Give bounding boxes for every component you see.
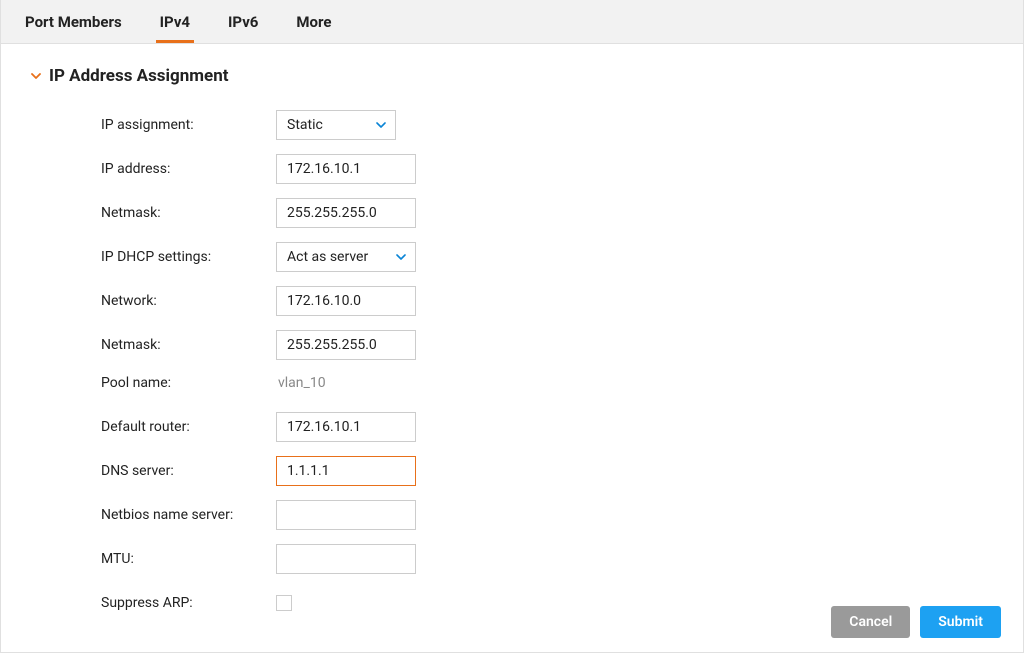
network-input[interactable] xyxy=(276,286,416,316)
chevron-down-icon xyxy=(395,251,407,263)
ip-assignment-label: IP assignment: xyxy=(101,117,276,133)
netmask-input[interactable] xyxy=(276,198,416,228)
tab-port-members[interactable]: Port Members xyxy=(21,1,126,43)
cancel-button[interactable]: Cancel xyxy=(831,606,910,638)
tab-more[interactable]: More xyxy=(292,1,335,43)
ip-assignment-select[interactable]: Static xyxy=(276,110,396,140)
ip-address-label: IP address: xyxy=(101,161,276,177)
content-area: IP Address Assignment IP assignment: Sta… xyxy=(1,44,1023,618)
dhcp-settings-label: IP DHCP settings: xyxy=(101,249,276,265)
dns-server-label: DNS server: xyxy=(101,463,276,479)
tab-ipv4[interactable]: IPv4 xyxy=(156,1,194,43)
dhcp-settings-value: Act as server xyxy=(287,249,368,265)
netbios-label: Netbios name server: xyxy=(101,507,276,523)
default-router-label: Default router: xyxy=(101,419,276,435)
form: IP assignment: Static IP address: Netmas… xyxy=(31,110,993,618)
pool-name-value: vlan_10 xyxy=(276,375,326,391)
section-header[interactable]: IP Address Assignment xyxy=(31,66,993,86)
chevron-down-icon xyxy=(375,119,387,131)
netmask-label: Netmask: xyxy=(101,205,276,221)
mtu-input[interactable] xyxy=(276,544,416,574)
ip-assignment-value: Static xyxy=(287,117,323,133)
pool-name-label: Pool name: xyxy=(101,375,276,391)
tab-ipv6[interactable]: IPv6 xyxy=(224,1,262,43)
tabs-bar: Port Members IPv4 IPv6 More xyxy=(1,0,1023,44)
section-title: IP Address Assignment xyxy=(49,66,228,86)
suppress-arp-checkbox[interactable] xyxy=(276,595,292,611)
dns-server-input[interactable] xyxy=(276,456,416,486)
submit-button[interactable]: Submit xyxy=(920,606,1001,638)
mtu-label: MTU: xyxy=(101,551,276,567)
netmask2-label: Netmask: xyxy=(101,337,276,353)
dhcp-settings-select[interactable]: Act as server xyxy=(276,242,416,272)
chevron-down-icon xyxy=(31,71,41,81)
default-router-input[interactable] xyxy=(276,412,416,442)
netbios-input[interactable] xyxy=(276,500,416,530)
netmask2-input[interactable] xyxy=(276,330,416,360)
suppress-arp-label: Suppress ARP: xyxy=(101,595,276,611)
footer-buttons: Cancel Submit xyxy=(831,606,1001,638)
ip-address-input[interactable] xyxy=(276,154,416,184)
network-label: Network: xyxy=(101,293,276,309)
